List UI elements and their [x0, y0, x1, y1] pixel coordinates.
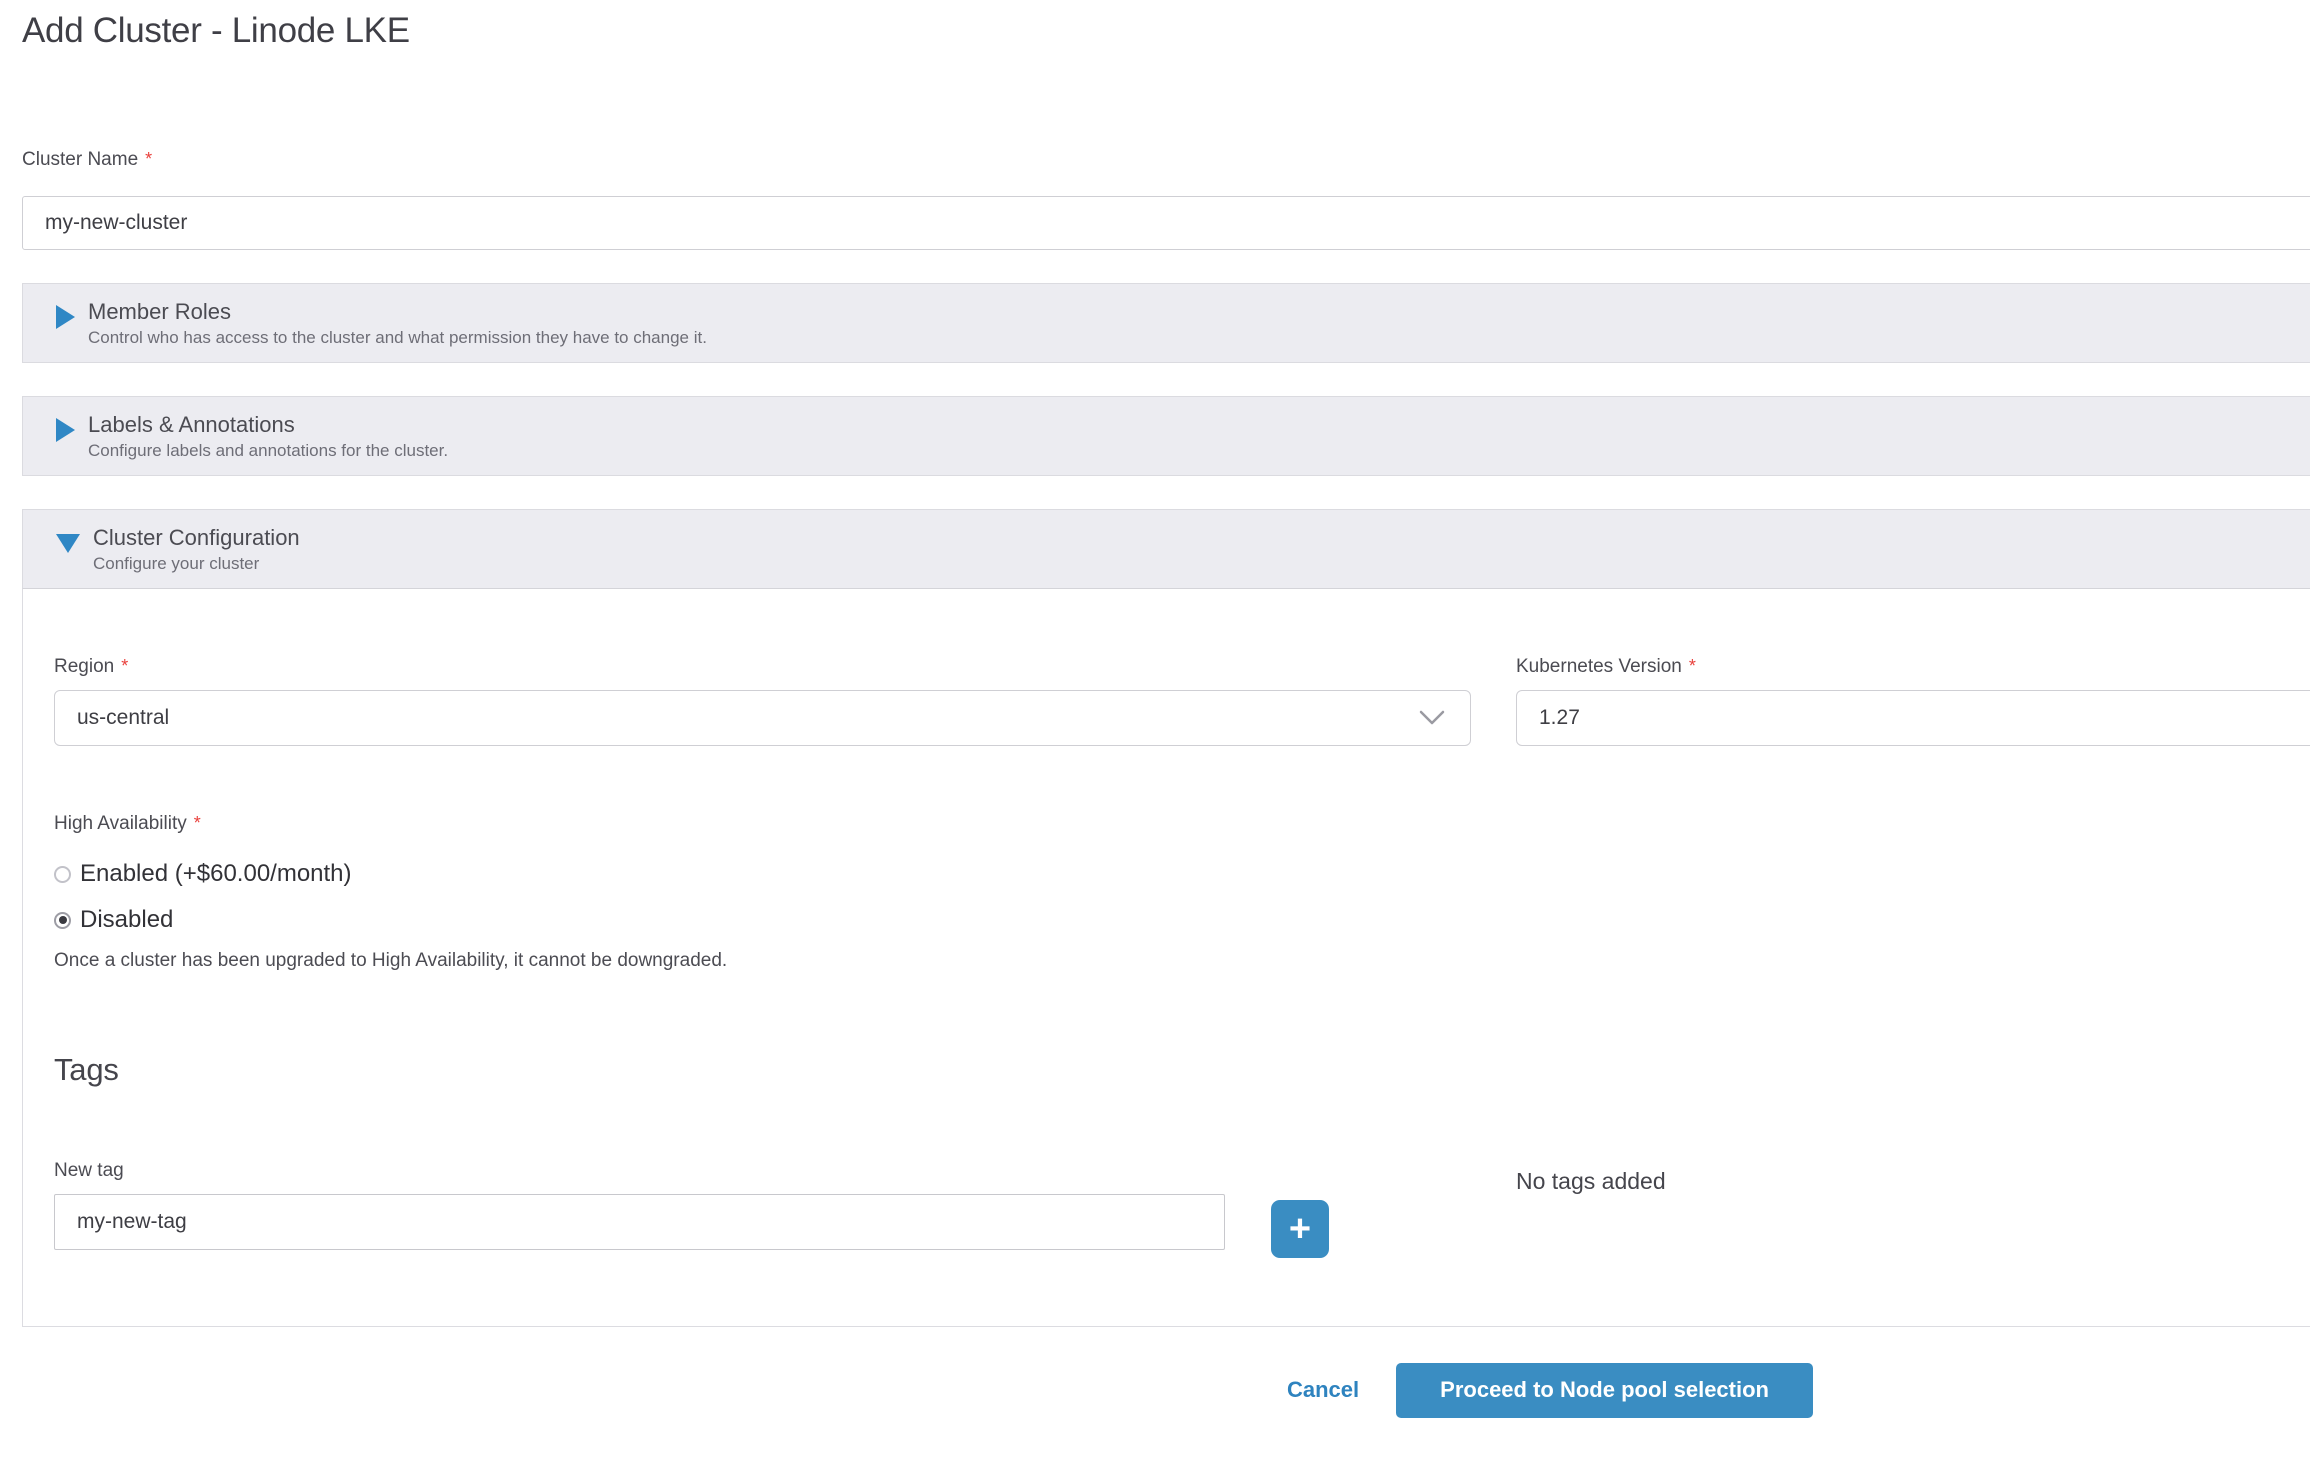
radio-unchecked-icon — [54, 866, 71, 883]
caret-down-icon — [56, 534, 80, 553]
cancel-button[interactable]: Cancel — [1287, 1377, 1359, 1403]
ha-enabled-radio-label: Enabled (+$60.00/month) — [80, 859, 352, 889]
caret-right-icon — [56, 305, 75, 329]
cluster-name-label: Cluster Name — [22, 149, 138, 171]
high-availability-field: High Availability * Enabled (+$60.00/mont… — [54, 813, 2310, 972]
ha-helper-text: Once a cluster has been upgraded to High… — [54, 949, 2310, 972]
required-asterisk: * — [194, 813, 201, 833]
add-tag-button[interactable]: + — [1271, 1200, 1329, 1258]
region-select[interactable]: us-central — [54, 690, 1471, 746]
cluster-name-input[interactable] — [22, 196, 2310, 250]
ha-disabled-radio-label: Disabled — [80, 905, 173, 935]
new-tag-label: New tag — [54, 1160, 124, 1182]
tags-row: New tag + No tags added — [54, 1160, 2310, 1258]
proceed-button[interactable]: Proceed to Node pool selection — [1396, 1363, 1813, 1418]
accordion-title: Member Roles — [88, 298, 707, 325]
region-field: Region * us-central — [54, 656, 1471, 746]
accordion-cluster-configuration-header[interactable]: Cluster Configuration Configure your clu… — [23, 510, 2310, 588]
ha-disabled-radio[interactable]: Disabled — [54, 905, 2310, 935]
region-select-value: us-central — [77, 706, 1418, 730]
tags-heading: Tags — [54, 1052, 2310, 1088]
cluster-configuration-panel: Region * us-central Kubernetes Version * H… — [22, 588, 2310, 1327]
accordion-subtitle: Configure your cluster — [93, 553, 300, 574]
accordion-cluster-configuration: Cluster Configuration Configure your clu… — [22, 509, 2310, 588]
caret-right-icon — [56, 418, 75, 442]
ha-enabled-radio[interactable]: Enabled (+$60.00/month) — [54, 859, 2310, 889]
add-cluster-page: Add Cluster - Linode LKE Cluster Name * M… — [0, 0, 2310, 1472]
footer-actions: Cancel Proceed to Node pool selection — [0, 1362, 2310, 1418]
kubernetes-version-field: Kubernetes Version * — [1516, 656, 2310, 746]
radio-dot — [59, 916, 67, 924]
accordion-subtitle: Configure labels and annotations for the… — [88, 440, 448, 461]
accordion-cluster-configuration-text: Cluster Configuration Configure your clu… — [93, 524, 300, 574]
radio-checked-icon — [54, 912, 71, 929]
no-tags-text: No tags added — [1516, 1168, 1666, 1195]
accordion-labels-annotations-text: Labels & Annotations Configure labels an… — [88, 411, 448, 461]
accordion-member-roles: Member Roles Control who has access to t… — [22, 283, 2310, 363]
region-label: Region — [54, 656, 114, 678]
required-asterisk: * — [121, 656, 128, 676]
kubernetes-version-input[interactable] — [1516, 690, 2310, 746]
page-title: Add Cluster - Linode LKE — [22, 10, 2310, 52]
chevron-down-icon — [1418, 709, 1446, 727]
new-tag-field: New tag — [54, 1160, 1225, 1250]
accordion-title: Cluster Configuration — [93, 524, 300, 551]
high-availability-label: High Availability — [54, 813, 187, 835]
accordion-member-roles-header[interactable]: Member Roles Control who has access to t… — [23, 284, 2310, 362]
accordion-title: Labels & Annotations — [88, 411, 448, 438]
required-asterisk: * — [1689, 656, 1696, 676]
plus-icon: + — [1289, 1208, 1311, 1250]
accordion-labels-annotations-header[interactable]: Labels & Annotations Configure labels an… — [23, 397, 2310, 475]
cluster-name-field: Cluster Name * — [22, 149, 2310, 250]
region-version-row: Region * us-central Kubernetes Version * — [54, 656, 2310, 746]
accordion-labels-annotations: Labels & Annotations Configure labels an… — [22, 396, 2310, 476]
accordion-member-roles-text: Member Roles Control who has access to t… — [88, 298, 707, 348]
accordion-subtitle: Control who has access to the cluster an… — [88, 327, 707, 348]
new-tag-input[interactable] — [54, 1194, 1225, 1250]
kubernetes-version-label: Kubernetes Version — [1516, 656, 1682, 678]
required-asterisk: * — [145, 149, 152, 169]
